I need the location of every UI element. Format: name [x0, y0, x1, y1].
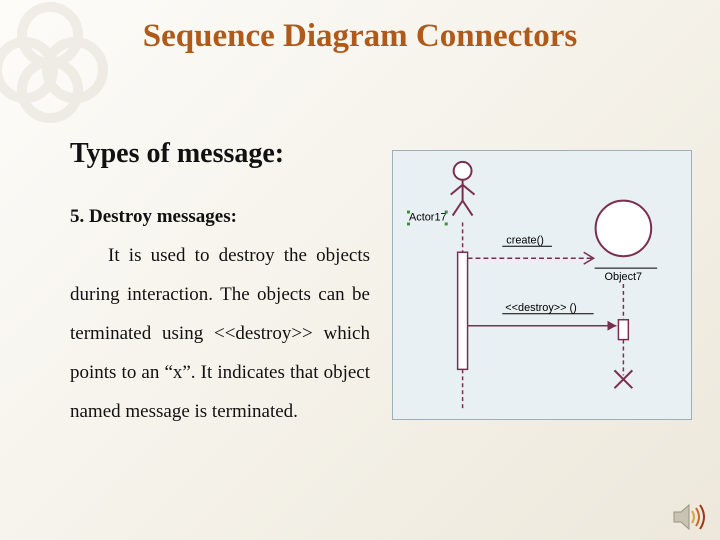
create-label: create(): [506, 234, 544, 246]
actor-icon: [451, 162, 475, 216]
activation-bar: [458, 252, 468, 369]
object-icon: [596, 201, 652, 257]
actor-label: Actor17: [409, 211, 447, 223]
item-label: 5. Destroy messages:: [70, 206, 237, 227]
page-title: Sequence Diagram Connectors: [0, 18, 720, 55]
destroy-label: <<destroy>> (): [505, 302, 577, 314]
audio-icon[interactable]: [672, 502, 708, 532]
body-paragraph: It is used to destroy the objects during…: [70, 245, 370, 422]
body-text: 5. Destroy messages: It is used to destr…: [70, 198, 370, 432]
subheading: Types of message:: [70, 138, 284, 170]
object-label: Object7: [605, 271, 643, 283]
destroy-x-icon: [614, 370, 632, 388]
object-activation: [618, 320, 628, 340]
sequence-diagram: Actor17 Object7 create() <<destroy>> (): [392, 150, 692, 420]
